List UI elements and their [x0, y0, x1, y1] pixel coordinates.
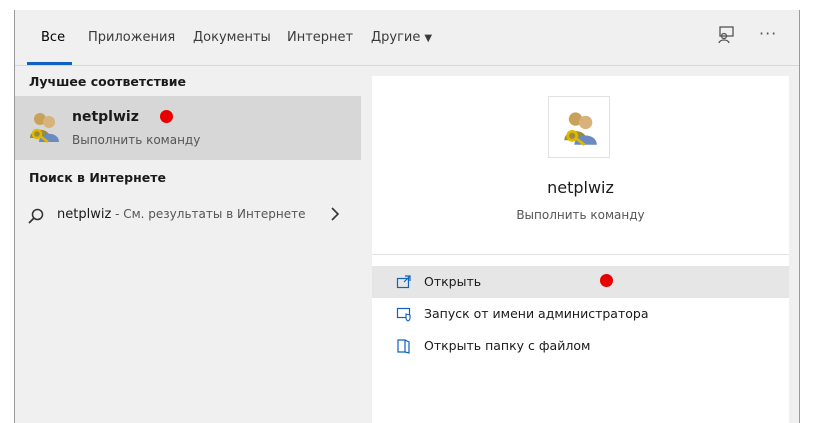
- search-tabs: Все Приложения Документы Интернет Другие…: [15, 10, 799, 66]
- web-search-heading: Поиск в Интернете: [29, 170, 166, 185]
- search-window: Все Приложения Документы Интернет Другие…: [14, 10, 800, 423]
- chevron-right-icon[interactable]: [329, 206, 341, 222]
- action-run-as-admin-label: Запуск от имени администратора: [424, 306, 649, 321]
- best-match-heading: Лучшее соответствие: [29, 74, 186, 89]
- folder-file-icon: [397, 339, 410, 354]
- action-open-label: Открыть: [424, 274, 482, 289]
- divider: [372, 254, 789, 255]
- action-open-file-location-label: Открыть папку с файлом: [424, 338, 591, 353]
- web-search-query: netplwiz: [57, 207, 112, 222]
- tab-documents[interactable]: Документы: [193, 30, 271, 45]
- users-key-icon: [564, 112, 597, 146]
- caret-down-icon: ▼: [424, 33, 433, 44]
- web-search-suffix: - См. результаты в Интернете: [111, 207, 306, 221]
- web-search-item[interactable]: netplwiz - См. результаты в Интернете: [15, 198, 361, 234]
- results-pane: Лучшее соответствие netplwiz Выполнить к…: [15, 66, 361, 423]
- preview-pane: netplwiz Выполнить команду Открыть Запус…: [372, 76, 789, 423]
- tab-all[interactable]: Все: [41, 30, 65, 45]
- action-open[interactable]: Открыть: [372, 266, 789, 298]
- red-marker: [160, 110, 173, 123]
- shield-icon: [396, 307, 411, 322]
- more-options-icon[interactable]: ···: [759, 24, 777, 43]
- best-match-title: netplwiz: [72, 109, 139, 125]
- tab-apps[interactable]: Приложения: [88, 30, 175, 45]
- web-search-text: netplwiz - См. результаты в Интернете: [57, 207, 305, 222]
- tab-internet[interactable]: Интернет: [287, 30, 353, 45]
- best-match-subtitle: Выполнить команду: [72, 133, 201, 147]
- red-marker: [600, 274, 613, 287]
- open-icon: [396, 275, 411, 289]
- search-icon: [28, 208, 44, 224]
- preview-title: netplwiz: [547, 178, 614, 197]
- tab-other-label: Другие: [371, 30, 421, 45]
- preview-icon-frame: [548, 96, 610, 158]
- tab-other[interactable]: Другие ▼: [371, 30, 432, 45]
- active-tab-indicator: [27, 62, 72, 65]
- feedback-icon[interactable]: [715, 24, 737, 46]
- action-run-as-admin[interactable]: Запуск от имени администратора: [372, 298, 789, 330]
- action-open-file-location[interactable]: Открыть папку с файлом: [372, 330, 789, 362]
- best-match-item[interactable]: netplwiz Выполнить команду: [15, 96, 361, 160]
- users-key-icon: [30, 113, 59, 143]
- preview-subtitle: Выполнить команду: [516, 208, 645, 222]
